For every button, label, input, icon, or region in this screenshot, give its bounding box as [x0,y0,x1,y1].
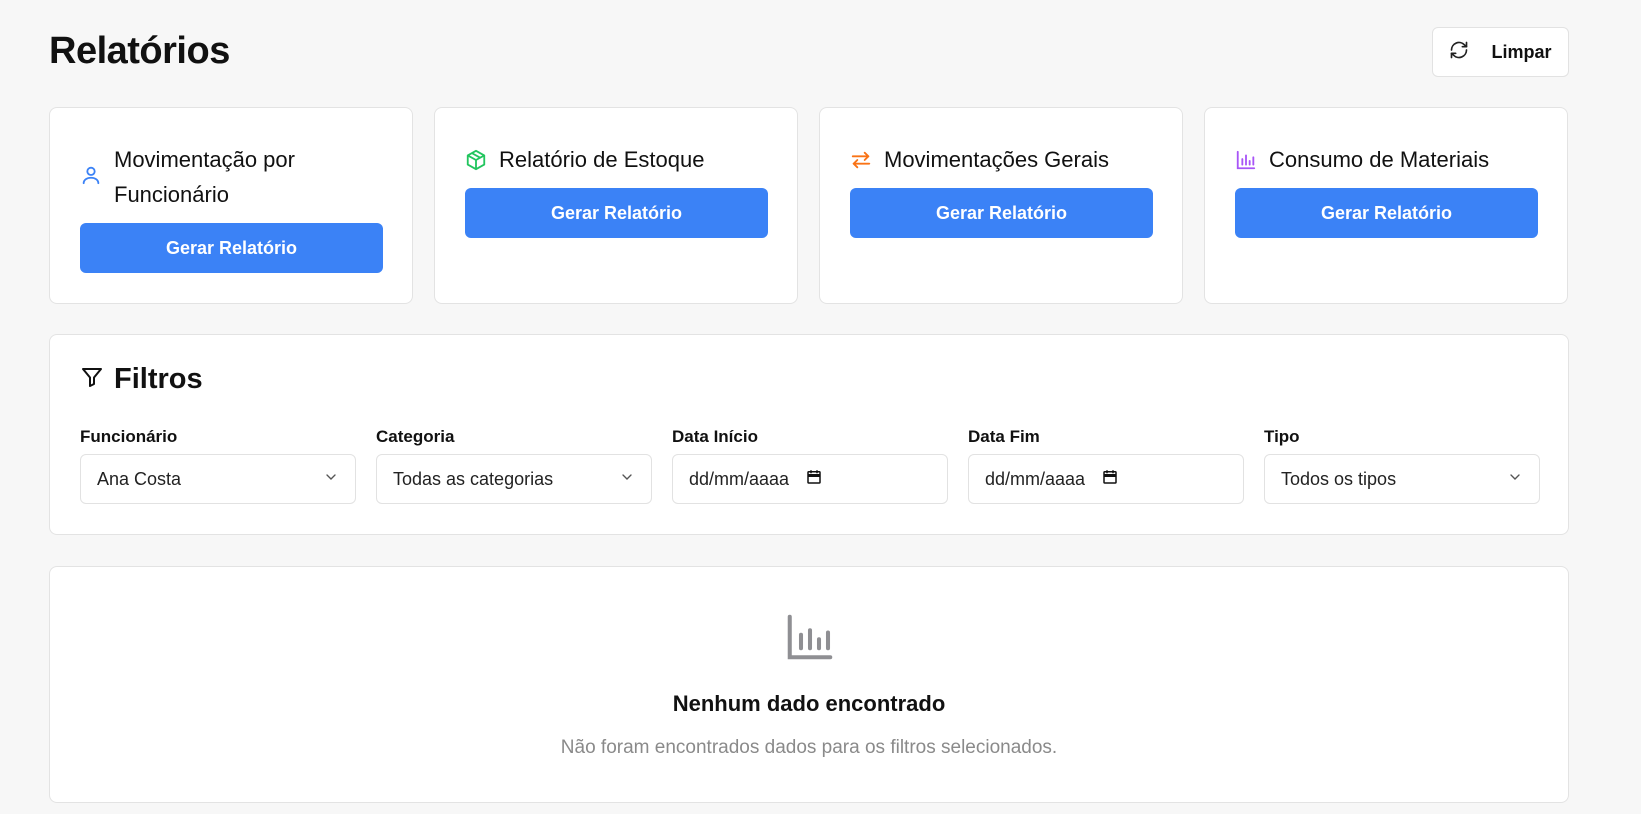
filters-title: Filtros [114,363,203,395]
generate-report-button[interactable]: Gerar Relatório [465,188,768,238]
calendar-icon[interactable] [805,468,823,491]
package-icon [465,149,487,171]
clear-button[interactable]: Limpar [1432,27,1569,77]
generate-report-button[interactable]: Gerar Relatório [1235,188,1538,238]
filter-label: Data Fim [968,427,1040,446]
employee-select[interactable]: Ana Costa [80,454,356,504]
category-select[interactable]: Todas as categorias [376,454,652,504]
filter-icon [80,365,104,394]
select-value: Todas as categorias [393,468,554,489]
card-title: Consumo de Materiais [1269,147,1490,172]
filters-panel: Filtros Funcionário Ana Costa Categoria … [49,334,1569,535]
date-placeholder: dd/mm/aaaa [689,468,790,489]
user-icon [80,164,102,186]
calendar-icon[interactable] [1101,468,1119,491]
card-title: Relatório de Estoque [499,147,705,172]
refresh-icon [1449,40,1469,65]
empty-state-subtitle: Não foram encontrados dados para os filt… [560,737,1058,758]
filter-label: Tipo [1264,427,1300,446]
select-value: Todos os tipos [1281,468,1397,489]
filter-employee: Funcionário Ana Costa [80,427,356,504]
bar-chart-icon [783,610,837,664]
type-select[interactable]: Todos os tipos [1264,454,1540,504]
filter-label: Categoria [376,427,455,446]
end-date-input[interactable]: dd/mm/aaaa [968,454,1244,504]
results-panel: Nenhum dado encontrado Não foram encontr… [49,566,1569,803]
report-card-movements: Movimentações Gerais Gerar Relatório [819,107,1183,304]
report-card-employee: Movimentação por Funcionário Gerar Relat… [49,107,413,304]
filter-type: Tipo Todos os tipos [1264,427,1540,504]
chevron-down-icon [323,469,339,490]
filter-label: Funcionário [80,427,178,446]
bar-chart-icon [1235,149,1257,171]
chevron-down-icon [619,469,635,490]
start-date-input[interactable]: dd/mm/aaaa [672,454,948,504]
chevron-down-icon [1507,469,1523,490]
empty-state-title: Nenhum dado encontrado [672,691,946,716]
page-title: Relatórios [49,30,230,72]
filter-category: Categoria Todas as categorias [376,427,652,504]
clear-button-label: Limpar [1491,41,1552,62]
report-card-consumption: Consumo de Materiais Gerar Relatório [1204,107,1568,304]
filter-label: Data Início [672,427,758,446]
generate-report-button[interactable]: Gerar Relatório [850,188,1153,238]
select-value: Ana Costa [97,468,182,489]
report-card-stock: Relatório de Estoque Gerar Relatório [434,107,798,304]
swap-arrows-icon [850,149,872,171]
card-title: Movimentações Gerais [884,147,1109,172]
filter-end-date: Data Fim dd/mm/aaaa [968,427,1244,504]
filter-start-date: Data Início dd/mm/aaaa [672,427,948,504]
generate-report-button[interactable]: Gerar Relatório [80,223,383,273]
date-placeholder: dd/mm/aaaa [985,468,1086,489]
card-title: Movimentação por Funcionário [114,147,295,207]
